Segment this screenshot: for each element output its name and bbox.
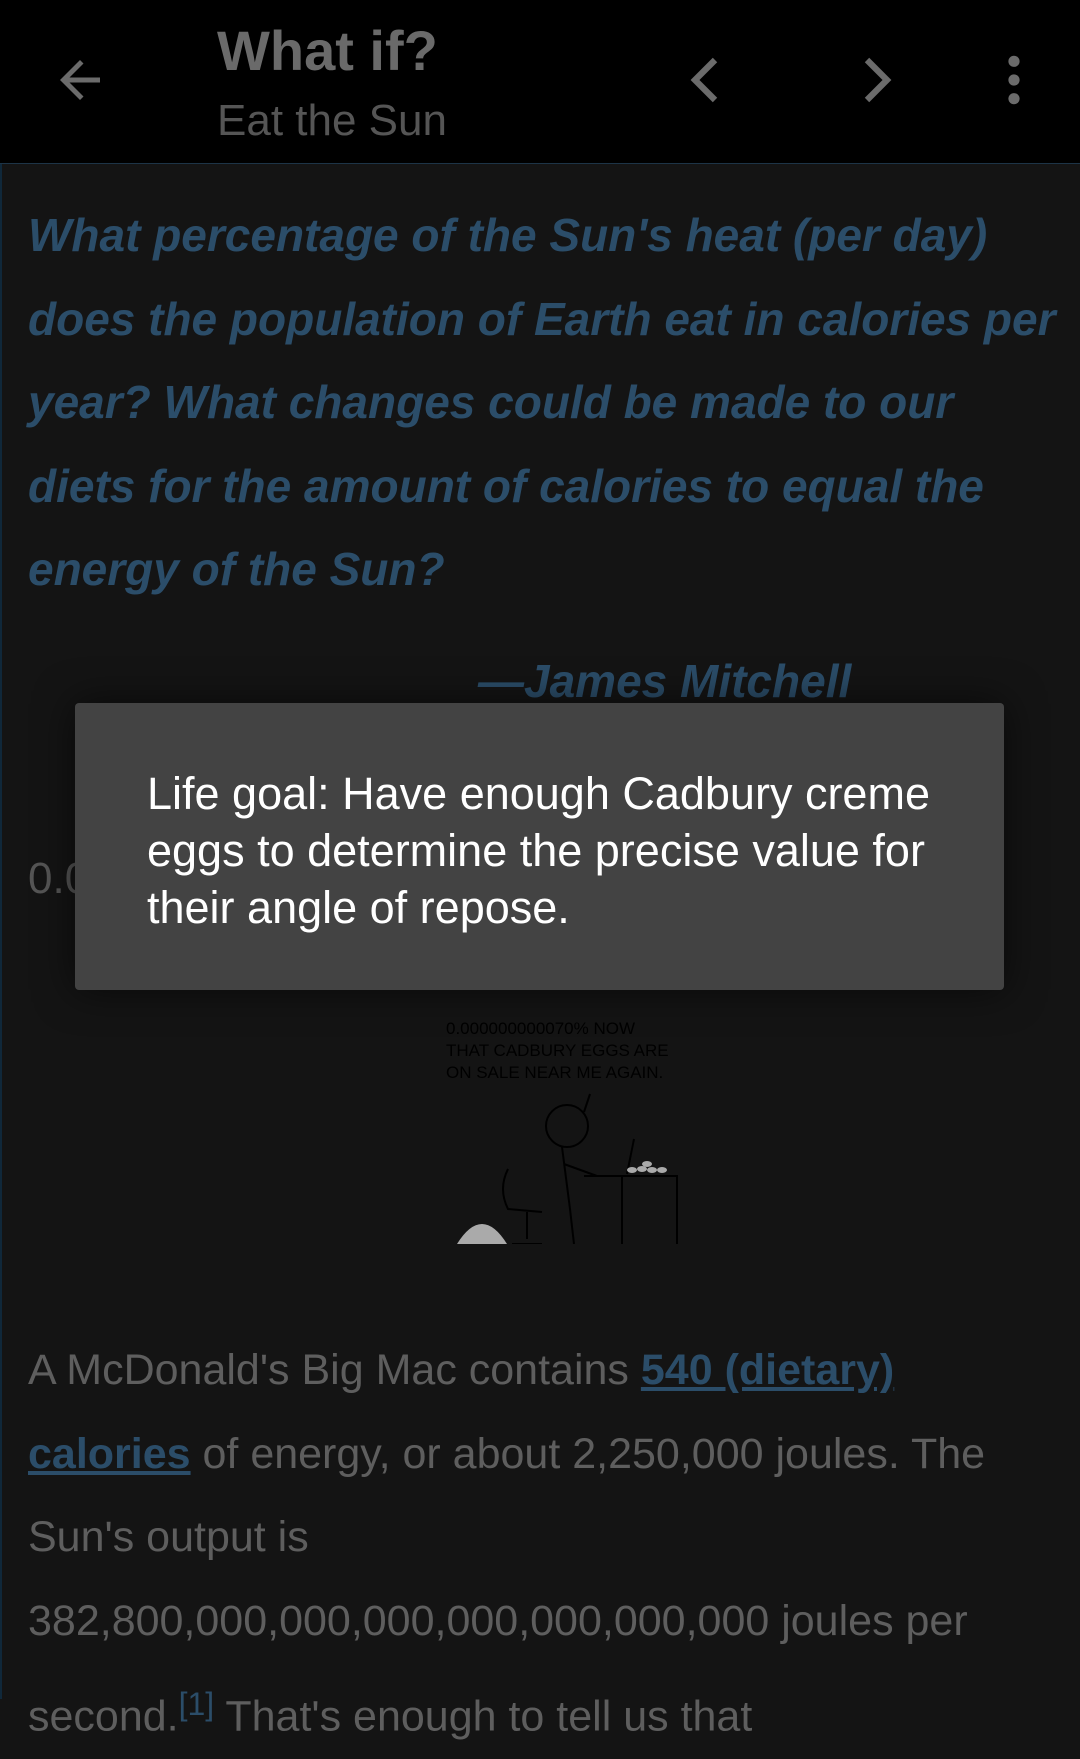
- comic-caption-line: THAT CADBURY EGGS ARE: [446, 1041, 669, 1060]
- previous-article-button[interactable]: [680, 50, 730, 115]
- alt-text: Life goal: Have enough Cadbury creme egg…: [147, 768, 930, 933]
- article-paragraph: A McDonald's Big Mac contains 540 (dieta…: [28, 1329, 1058, 1759]
- arrow-left-icon: [60, 60, 100, 100]
- chevron-right-icon: [864, 57, 892, 103]
- comic-caption-line: 0.000000000070% NOW: [446, 1019, 635, 1038]
- app-bar: What if? Eat the Sun: [0, 0, 1080, 164]
- article-subtitle: Eat the Sun: [217, 96, 447, 145]
- back-button[interactable]: [50, 50, 120, 110]
- question-text: What percentage of the Sun's heat (per d…: [28, 209, 1056, 595]
- app-title: What if?: [217, 19, 438, 82]
- more-vert-icon: [1008, 55, 1020, 105]
- next-article-button[interactable]: [852, 50, 902, 115]
- comic-alt-text-popup[interactable]: Life goal: Have enough Cadbury creme egg…: [75, 703, 1004, 990]
- paragraph-text: A McDonald's Big Mac contains: [28, 1346, 641, 1394]
- question-attribution: —James Mitchell: [478, 655, 852, 707]
- overflow-menu-button[interactable]: [995, 52, 1033, 113]
- chevron-left-icon: [690, 57, 718, 103]
- comic-caption-line: ON SALE NEAR ME AGAIN.: [446, 1063, 663, 1082]
- footnote-link[interactable]: [1]: [179, 1686, 215, 1722]
- paragraph-text: That's enough to tell us that: [214, 1692, 753, 1741]
- comic-image[interactable]: 0.000000000070% NOW THAT CADBURY EGGS AR…: [422, 1004, 696, 1249]
